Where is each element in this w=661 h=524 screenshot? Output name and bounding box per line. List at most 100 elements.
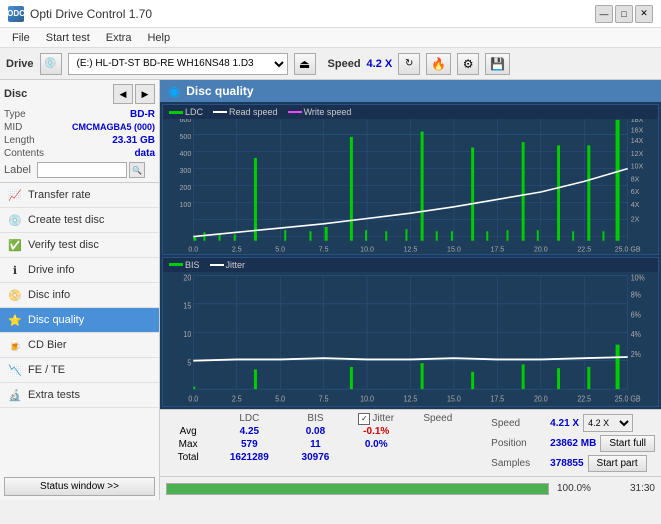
settings-button[interactable]: ⚙ xyxy=(457,53,479,75)
write-speed-color-swatch xyxy=(288,111,302,113)
label-search-button[interactable]: 🔍 xyxy=(129,162,145,178)
sidebar-item-drive-info[interactable]: ℹ Drive info xyxy=(0,258,159,283)
speed-select[interactable]: 4.2 X xyxy=(583,414,633,432)
drive-icon-button[interactable]: 💿 xyxy=(40,53,62,75)
refresh-button[interactable]: ↻ xyxy=(398,53,420,75)
disc-section-title: Disc xyxy=(4,88,27,100)
ldc-legend: LDC xyxy=(169,107,203,117)
svg-text:16X: 16X xyxy=(631,125,644,134)
write-speed-legend: Write speed xyxy=(288,107,352,117)
disc-type-row: Type BD-R xyxy=(4,108,155,121)
svg-text:6%: 6% xyxy=(631,309,641,319)
speed-label: Speed xyxy=(328,58,361,70)
position-label: Position xyxy=(491,438,546,449)
svg-text:15.0: 15.0 xyxy=(447,393,461,403)
svg-text:20.0: 20.0 xyxy=(534,393,548,403)
app-icon: ODC xyxy=(8,6,24,22)
max-label: Max xyxy=(164,438,212,451)
speed-stat-row: Speed 4.21 X 4.2 X xyxy=(491,414,655,432)
menubar: File Start test Extra Help xyxy=(0,28,661,48)
app-title: Opti Drive Control 1.70 xyxy=(30,7,152,21)
total-ldc: 1621289 xyxy=(212,451,286,464)
svg-text:5.0: 5.0 xyxy=(275,393,285,403)
status-window-button[interactable]: Status window >> xyxy=(4,477,155,496)
start-part-button[interactable]: Start part xyxy=(588,455,647,472)
progress-text: 100.0% xyxy=(557,483,607,494)
avg-bis: 0.08 xyxy=(286,425,344,438)
minimize-button[interactable]: — xyxy=(595,5,613,23)
svg-text:10: 10 xyxy=(183,329,191,339)
svg-text:4%: 4% xyxy=(631,329,641,339)
sidebar-item-fe-te[interactable]: 📉 FE / TE xyxy=(0,358,159,383)
close-button[interactable]: ✕ xyxy=(635,5,653,23)
bis-col-header: BIS xyxy=(286,412,344,425)
svg-text:10%: 10% xyxy=(631,272,645,282)
svg-text:200: 200 xyxy=(179,183,191,192)
svg-text:12.5: 12.5 xyxy=(404,244,418,253)
ldc-col-header: LDC xyxy=(212,412,286,425)
svg-text:4X: 4X xyxy=(631,200,640,209)
sidebar-item-disc-info[interactable]: 📀 Disc info xyxy=(0,283,159,308)
dq-title: Disc quality xyxy=(186,84,253,98)
menu-start-test[interactable]: Start test xyxy=(38,31,98,45)
cd-bier-icon: 🍺 xyxy=(8,338,22,352)
type-value: BD-R xyxy=(130,109,155,120)
create-test-disc-icon: 💿 xyxy=(8,213,22,227)
disc-mid-row: MID CMCMAGBA5 (000) xyxy=(4,121,155,134)
content-area: ◉ Disc quality LDC Read speed xyxy=(160,80,661,500)
progress-bar-outer xyxy=(166,483,549,495)
max-ldc: 579 xyxy=(212,438,286,451)
sidebar-item-label: FE / TE xyxy=(28,364,65,376)
window-controls: — □ ✕ xyxy=(595,5,653,23)
sidebar-item-label: CD Bier xyxy=(28,339,67,351)
disc-btn2[interactable]: ▶ xyxy=(135,84,155,104)
label-input[interactable] xyxy=(37,162,127,178)
sidebar-item-verify-test-disc[interactable]: ✅ Verify test disc xyxy=(0,233,159,258)
sidebar-item-cd-bier[interactable]: 🍺 CD Bier xyxy=(0,333,159,358)
svg-text:10.0: 10.0 xyxy=(360,393,374,403)
menu-file[interactable]: File xyxy=(4,31,38,45)
maximize-button[interactable]: □ xyxy=(615,5,633,23)
read-speed-color-swatch xyxy=(213,111,227,113)
start-full-button[interactable]: Start full xyxy=(600,435,655,452)
avg-jitter: -0.1% xyxy=(344,425,408,438)
svg-text:2.5: 2.5 xyxy=(232,244,242,253)
jitter-checkbox[interactable]: ✓ xyxy=(358,413,370,425)
sidebar-item-extra-tests[interactable]: 🔬 Extra tests xyxy=(0,383,159,408)
avg-label: Avg xyxy=(164,425,212,438)
burn-button[interactable]: 🔥 xyxy=(426,53,451,75)
charts-area: LDC Read speed Write speed xyxy=(160,102,661,409)
stats-table: LDC BIS ✓ Jitter Speed xyxy=(164,412,485,474)
length-label: Length xyxy=(4,135,35,146)
sidebar-item-label: Verify test disc xyxy=(28,239,99,251)
svg-text:22.5: 22.5 xyxy=(577,244,591,253)
label-label: Label xyxy=(4,164,31,176)
sidebar: Disc ◀ ▶ Type BD-R MID CMCMAGBA5 (000) L… xyxy=(0,80,160,500)
svg-text:400: 400 xyxy=(179,149,191,158)
sidebar-item-transfer-rate[interactable]: 📈 Transfer rate xyxy=(0,183,159,208)
sidebar-item-create-test-disc[interactable]: 💿 Create test disc xyxy=(0,208,159,233)
titlebar-left: ODC Opti Drive Control 1.70 xyxy=(8,6,152,22)
main-layout: Disc ◀ ▶ Type BD-R MID CMCMAGBA5 (000) L… xyxy=(0,80,661,500)
svg-text:20.0: 20.0 xyxy=(534,244,548,253)
toolbar: Drive 💿 (E:) HL-DT-ST BD-RE WH16NS48 1.D… xyxy=(0,48,661,80)
max-row: Max 579 11 0.0% xyxy=(164,438,485,451)
speed-stat-value: 4.21 X xyxy=(550,418,579,429)
disc-length-row: Length 23.31 GB xyxy=(4,134,155,147)
svg-text:6X: 6X xyxy=(631,187,640,196)
sidebar-item-label: Disc quality xyxy=(28,314,84,326)
eject-button[interactable]: ⏏ xyxy=(294,53,316,75)
svg-text:15: 15 xyxy=(183,301,191,311)
contents-value: data xyxy=(134,148,155,159)
sidebar-item-disc-quality[interactable]: ⭐ Disc quality xyxy=(0,308,159,333)
ldc-chart: LDC Read speed Write speed xyxy=(162,104,659,255)
avg-ldc: 4.25 xyxy=(212,425,286,438)
progress-bar-inner xyxy=(167,484,548,494)
save-button[interactable]: 💾 xyxy=(485,53,510,75)
svg-text:2%: 2% xyxy=(631,349,641,359)
menu-help[interactable]: Help xyxy=(139,31,178,45)
drive-select[interactable]: (E:) HL-DT-ST BD-RE WH16NS48 1.D3 xyxy=(68,53,288,75)
disc-btn1[interactable]: ◀ xyxy=(113,84,133,104)
drive-info-icon: ℹ xyxy=(8,263,22,277)
menu-extra[interactable]: Extra xyxy=(98,31,140,45)
